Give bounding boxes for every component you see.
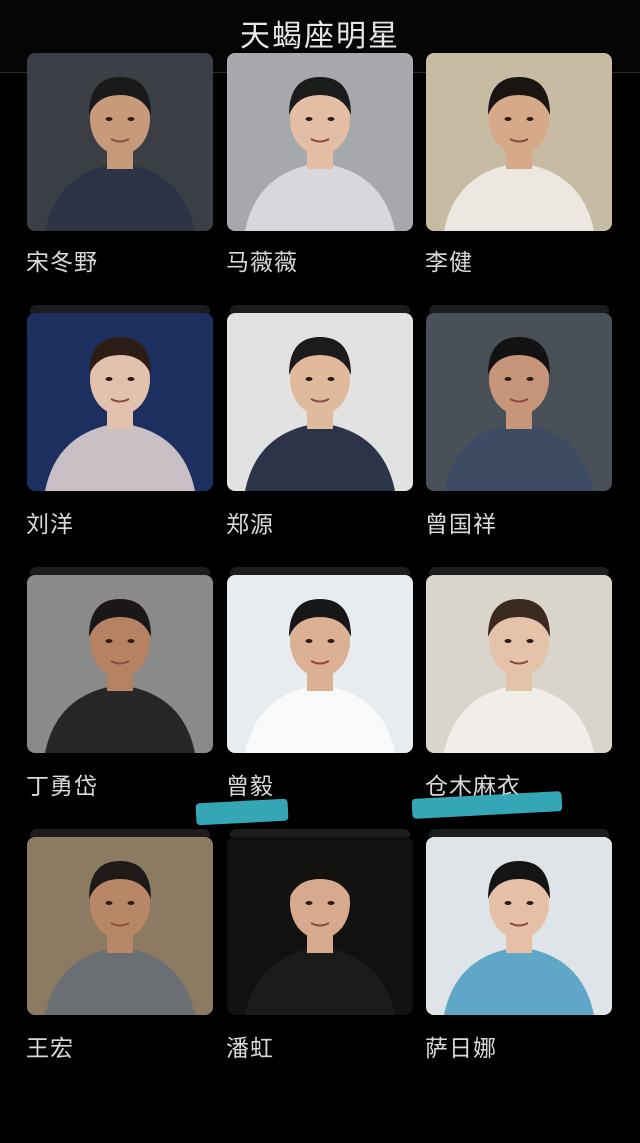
celebrity-name: 潘虹 (226, 1036, 274, 1062)
card-shadow (230, 829, 410, 837)
celebrity-name: 刘洋 (26, 512, 74, 538)
card-shadow (30, 567, 210, 575)
card-shadow (30, 305, 210, 313)
celebrity-name: 郑源 (226, 512, 274, 538)
card-shadow (30, 829, 210, 837)
portrait-photo[interactable] (426, 313, 612, 491)
highlight-scribble (195, 798, 289, 826)
portrait-photo[interactable] (27, 313, 213, 491)
celebrity-name: 宋冬野 (26, 250, 98, 276)
portrait-woman-blue-bokeh (27, 313, 213, 491)
portrait-photo[interactable] (27, 575, 213, 753)
page-title: 天蝎座明星 (240, 19, 400, 54)
portrait-man-bald-dark-shirt (27, 53, 213, 231)
portrait-photo[interactable] (227, 837, 413, 1015)
celebrity-name: 曾国祥 (425, 512, 497, 538)
portrait-photo[interactable] (27, 837, 213, 1015)
card-shadow (429, 305, 609, 313)
portrait-photo[interactable] (227, 575, 413, 753)
portrait-photo[interactable] (27, 53, 213, 231)
portrait-photo[interactable] (426, 53, 612, 231)
celebrity-name: 王宏 (26, 1036, 74, 1062)
card-shadow (230, 305, 410, 313)
portrait-woman-pearl-necklace (426, 837, 612, 1015)
card-shadow (429, 829, 609, 837)
portrait-man-navy-coat (227, 313, 413, 491)
portrait-woman-glasses-dark (227, 837, 413, 1015)
celebrity-name: 萨日娜 (425, 1036, 497, 1062)
portrait-photo[interactable] (227, 53, 413, 231)
portrait-woman-grey-blazer (227, 53, 413, 231)
portrait-woman-white-dress (426, 575, 612, 753)
card-shadow (429, 567, 609, 575)
portrait-man-white-shirt (227, 575, 413, 753)
portrait-photo[interactable] (426, 575, 612, 753)
portrait-man-grey-shirt-bonsai (27, 837, 213, 1015)
portrait-photo[interactable] (227, 313, 413, 491)
celebrity-name: 马薇薇 (226, 250, 298, 276)
card-shadow (230, 567, 410, 575)
celebrity-name: 曾毅 (226, 774, 274, 800)
portrait-photo[interactable] (426, 837, 612, 1015)
portrait-man-close-up (27, 575, 213, 753)
celebrity-name: 李健 (425, 250, 473, 276)
celebrity-name: 丁勇岱 (26, 774, 98, 800)
portrait-man-white-suit (426, 53, 612, 231)
portrait-man-denim-jacket (426, 313, 612, 491)
